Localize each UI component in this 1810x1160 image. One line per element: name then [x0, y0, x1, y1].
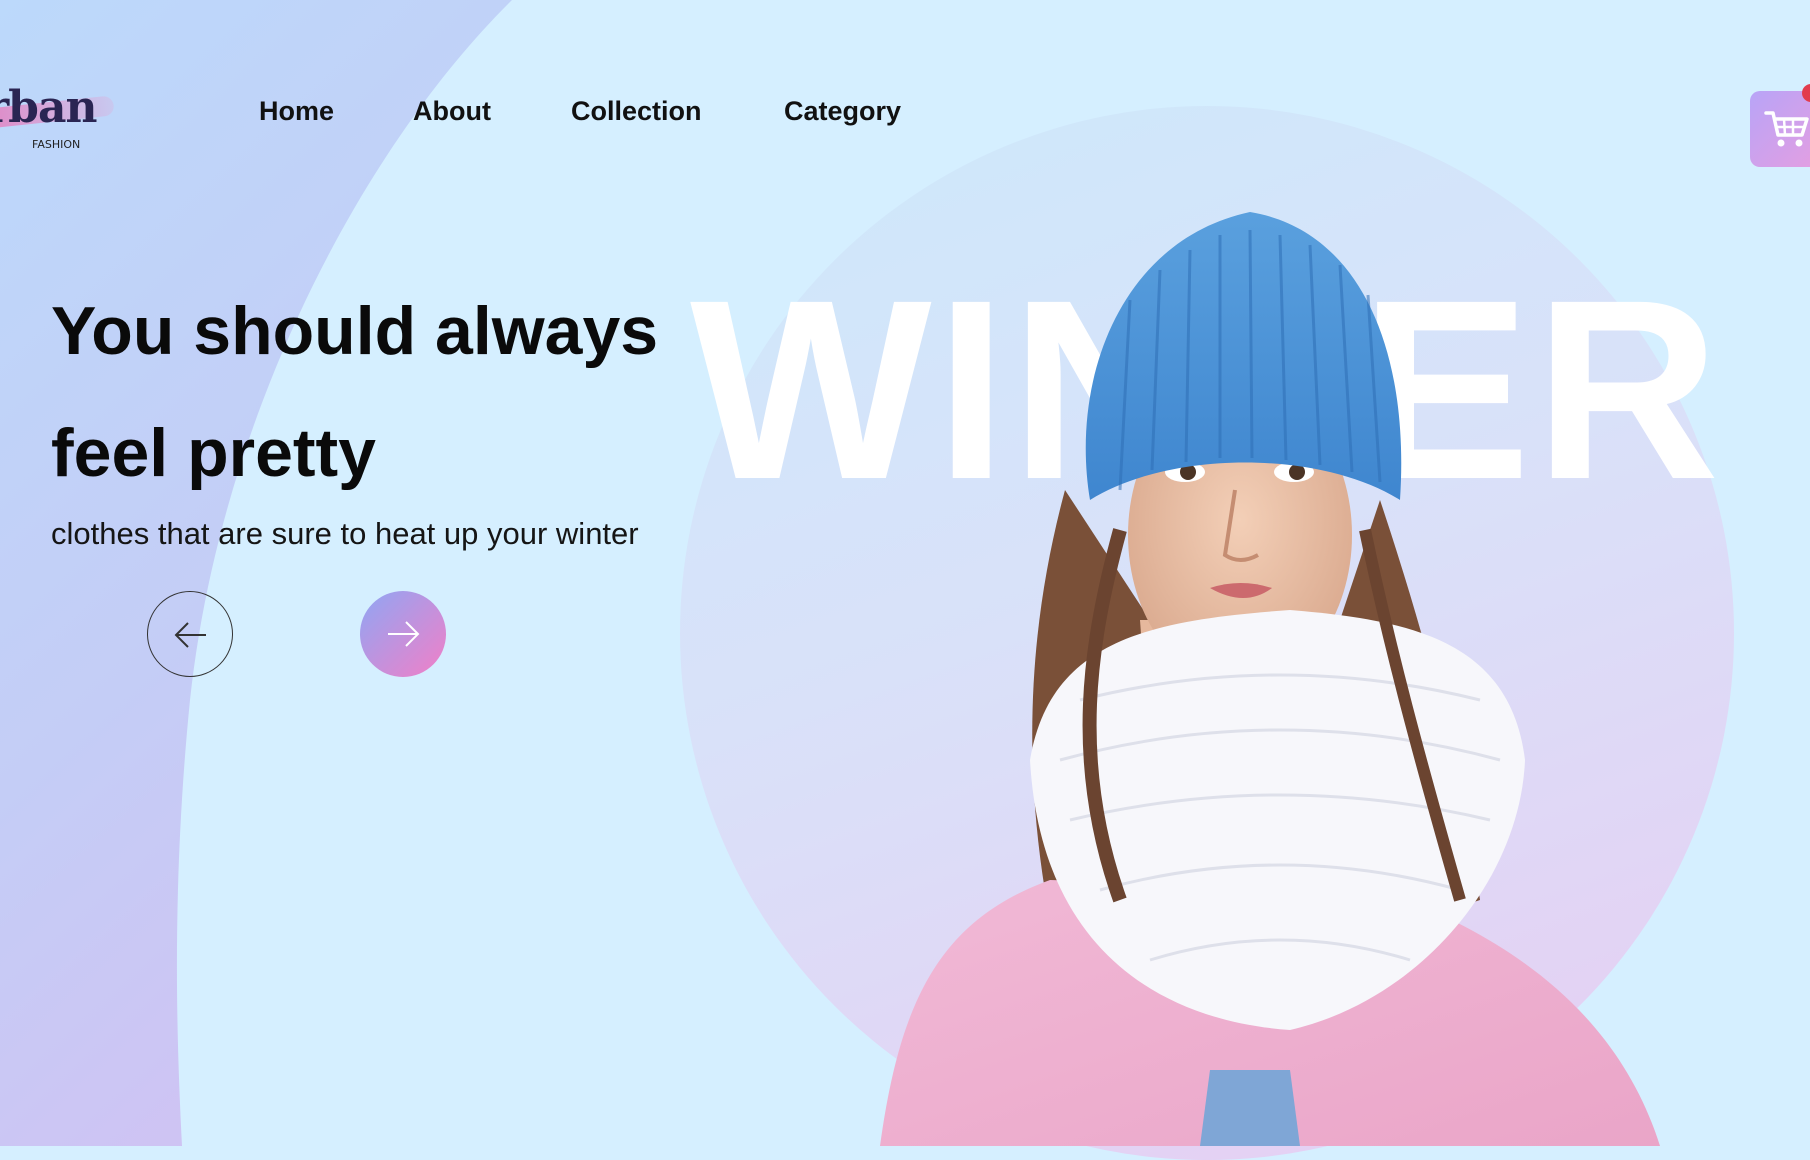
cart-icon: [1764, 111, 1809, 147]
nav-item-collection[interactable]: Collection: [571, 96, 702, 127]
model-image: [880, 212, 1660, 1146]
arrow-right-icon: [388, 621, 420, 647]
prev-slide-button[interactable]: [147, 591, 233, 677]
hero-subheadline: clothes that are sure to heat up your wi…: [51, 516, 639, 551]
cart-button[interactable]: [1750, 91, 1810, 167]
next-slide-button[interactable]: [360, 591, 446, 677]
logo-wordmark: rban: [0, 82, 97, 133]
hero-headline-line1: You should always: [51, 293, 659, 369]
hero-headline-line2: feel pretty: [51, 415, 376, 491]
nav-item-category[interactable]: Category: [784, 96, 901, 127]
nav-item-home[interactable]: Home: [259, 96, 334, 127]
brand-logo[interactable]: rban FASHION: [0, 82, 126, 158]
logo-subtext: FASHION: [32, 138, 81, 151]
hero-headline: You should always feel pretty: [51, 270, 751, 514]
arrow-left-icon: [174, 622, 206, 648]
nav-item-about[interactable]: About: [413, 96, 491, 127]
